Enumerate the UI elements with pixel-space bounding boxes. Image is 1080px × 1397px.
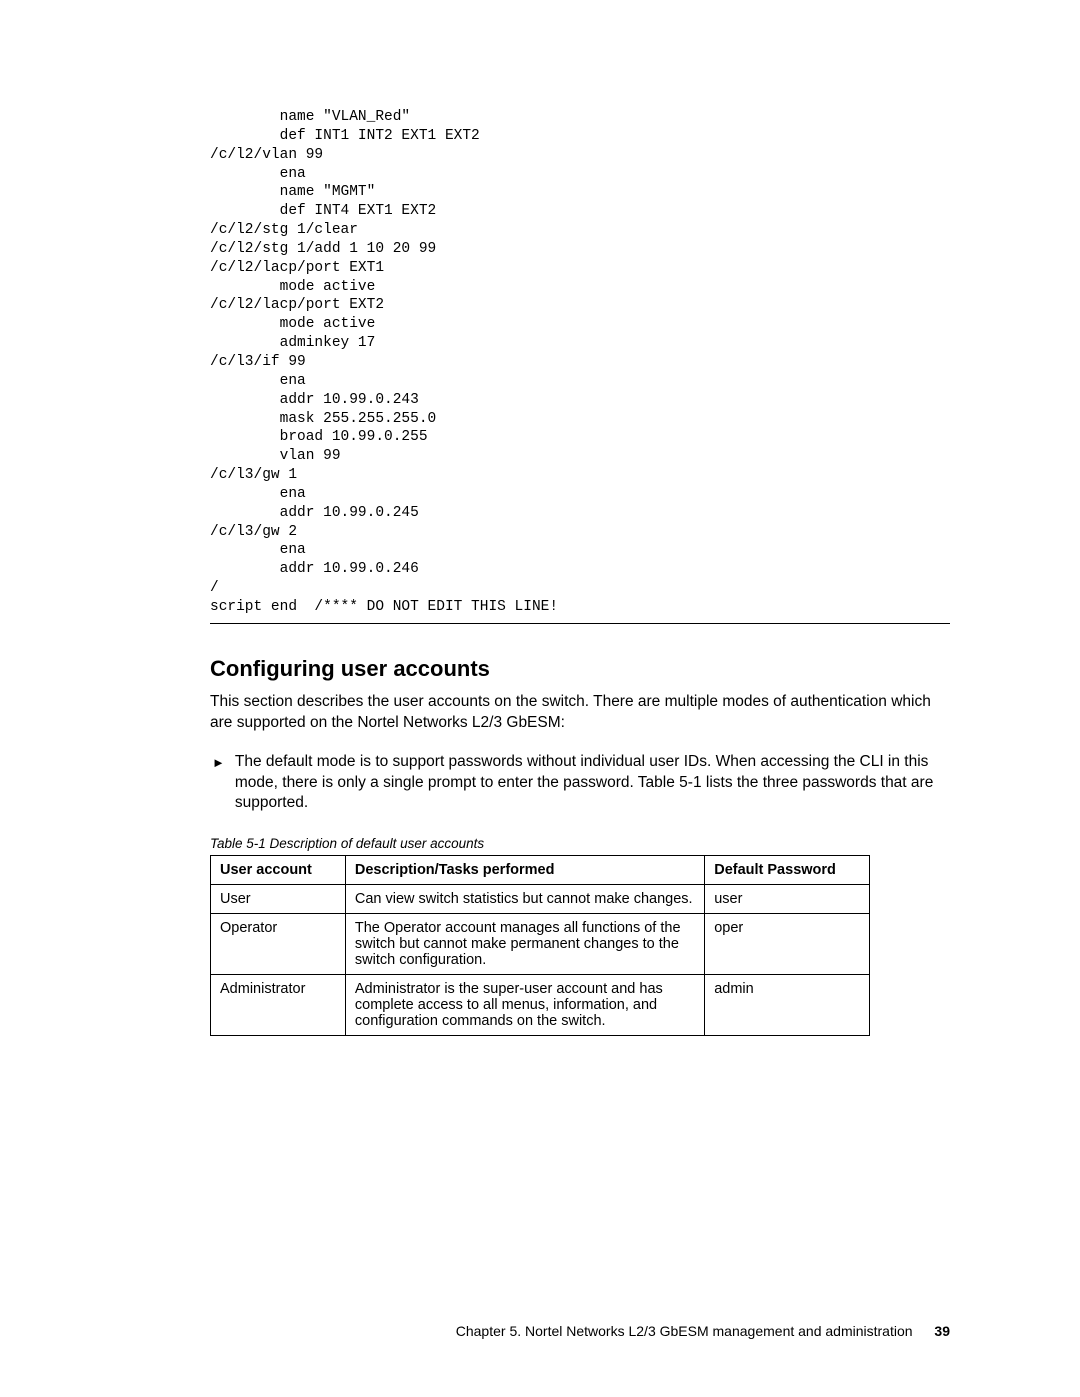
cell-account: Operator: [211, 914, 346, 975]
intro-paragraph: This section describes the user accounts…: [210, 692, 950, 734]
footer-page-number: 39: [934, 1323, 950, 1339]
page-footer: Chapter 5. Nortel Networks L2/3 GbESM ma…: [456, 1323, 950, 1339]
code-block: name "VLAN_Red" def INT1 INT2 EXT1 EXT2 …: [210, 108, 950, 624]
accounts-table: User account Description/Tasks performed…: [210, 855, 870, 1036]
cell-desc: The Operator account manages all functio…: [345, 914, 704, 975]
table-row: Administrator Administrator is the super…: [211, 975, 870, 1036]
footer-chapter: Chapter 5. Nortel Networks L2/3 GbESM ma…: [456, 1323, 913, 1339]
bullet-list: ► The default mode is to support passwor…: [210, 752, 950, 815]
page-content: name "VLAN_Red" def INT1 INT2 EXT1 EXT2 …: [0, 0, 1080, 1036]
section-heading: Configuring user accounts: [210, 656, 950, 682]
bullet-text: The default mode is to support passwords…: [235, 752, 950, 815]
table-row: Operator The Operator account manages al…: [211, 914, 870, 975]
cell-desc: Administrator is the super-user account …: [345, 975, 704, 1036]
header-default-password: Default Password: [705, 856, 870, 885]
table-caption: Table 5-1 Description of default user ac…: [210, 836, 950, 851]
cell-account: User: [211, 885, 346, 914]
cell-pass: user: [705, 885, 870, 914]
table-row: User Can view switch statistics but cann…: [211, 885, 870, 914]
cell-desc: Can view switch statistics but cannot ma…: [345, 885, 704, 914]
cell-pass: admin: [705, 975, 870, 1036]
header-user-account: User account: [211, 856, 346, 885]
bullet-marker-icon: ►: [210, 752, 225, 815]
cell-pass: oper: [705, 914, 870, 975]
cell-account: Administrator: [211, 975, 346, 1036]
header-description: Description/Tasks performed: [345, 856, 704, 885]
bullet-item: ► The default mode is to support passwor…: [210, 752, 950, 815]
table-header-row: User account Description/Tasks performed…: [211, 856, 870, 885]
